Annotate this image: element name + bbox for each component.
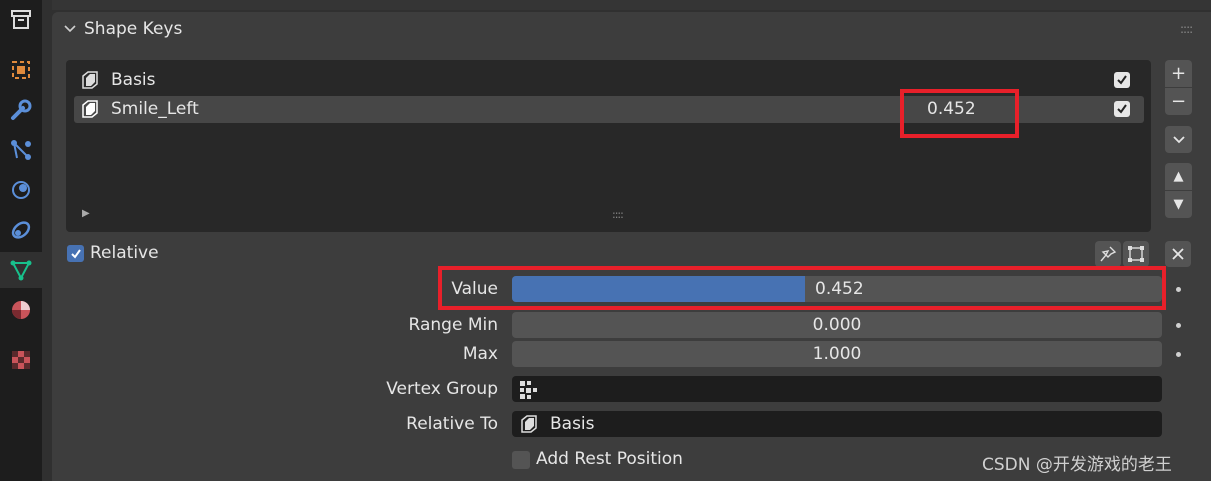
max-field[interactable]: 1.000 (512, 341, 1162, 367)
move-down-button[interactable]: ▼ (1165, 191, 1192, 218)
shape-key-icon (82, 100, 98, 118)
highlight-box-list-value (900, 89, 1019, 138)
range-min-number: 0.000 (812, 315, 862, 335)
highlight-box-value (438, 266, 1166, 310)
shape-key-icon (521, 415, 537, 433)
max-number: 1.000 (812, 344, 862, 364)
move-up-button[interactable]: ▲ (1165, 163, 1192, 190)
render-archive-icon[interactable] (0, 2, 42, 38)
object-icon[interactable] (0, 52, 42, 88)
vertex-group-label: Vertex Group (386, 379, 498, 399)
expand-filter-triangle-icon[interactable]: ▶ (82, 208, 90, 219)
shape-key-name: Basis (111, 70, 156, 90)
shape-key-enabled-checkbox[interactable] (1114, 101, 1130, 117)
add-rest-position-checkbox[interactable] (512, 451, 530, 469)
relative-to-value: Basis (550, 414, 595, 434)
particles-icon[interactable] (0, 132, 42, 168)
shape-key-icon (82, 71, 98, 89)
relative-checkbox[interactable] (67, 245, 84, 262)
range-min-field[interactable]: 0.000 (512, 312, 1162, 338)
checkmark-icon (70, 248, 81, 259)
vertex-group-icon (520, 381, 537, 399)
relative-to-field[interactable]: Basis (512, 411, 1162, 437)
constraints-icon[interactable] (0, 212, 42, 248)
physics-icon[interactable] (0, 172, 42, 208)
previous-panel-edge (52, 0, 1211, 10)
chevron-down-icon[interactable] (63, 22, 77, 36)
panel-title[interactable]: Shape Keys (84, 19, 182, 39)
relative-label[interactable]: Relative (90, 243, 159, 263)
clear-shape-keys-button[interactable] (1165, 241, 1191, 267)
shape-key-enabled-checkbox[interactable] (1114, 72, 1130, 88)
material-icon[interactable] (0, 292, 42, 328)
vertex-group-field[interactable] (512, 376, 1162, 402)
remove-shape-key-button[interactable]: − (1165, 88, 1192, 115)
relative-to-label: Relative To (406, 414, 498, 434)
shape-key-edit-mode-icon (1128, 246, 1144, 262)
range-min-label: Range Min (408, 315, 498, 335)
pin-button[interactable] (1095, 241, 1121, 267)
panel-drag-handle[interactable]: :::: (1180, 22, 1193, 36)
list-resize-handle[interactable]: :::: (612, 208, 624, 221)
wrench-modifier-icon[interactable] (0, 92, 42, 128)
shape-key-specials-menu-button[interactable] (1165, 126, 1192, 153)
keyframe-dot-icon[interactable] (1176, 323, 1181, 328)
watermark: CSDN @开发游戏的老王 (982, 455, 1172, 475)
edit-mode-toggle-button[interactable] (1123, 241, 1149, 267)
add-shape-key-button[interactable]: + (1165, 60, 1192, 87)
pin-icon (1100, 246, 1117, 262)
close-icon (1172, 248, 1184, 260)
keyframe-dot-icon[interactable] (1176, 352, 1181, 357)
max-label: Max (462, 344, 498, 364)
texture-icon[interactable] (0, 342, 42, 378)
checkmark-icon (1117, 75, 1127, 85)
properties-tab-bar (0, 0, 42, 481)
checkmark-icon (1117, 104, 1127, 114)
keyframe-dot-icon[interactable] (1176, 287, 1181, 292)
mesh-data-icon[interactable] (0, 252, 42, 288)
chevron-down-icon (1172, 135, 1185, 143)
shape-key-name: Smile_Left (111, 99, 199, 119)
add-rest-position-label[interactable]: Add Rest Position (536, 449, 683, 469)
